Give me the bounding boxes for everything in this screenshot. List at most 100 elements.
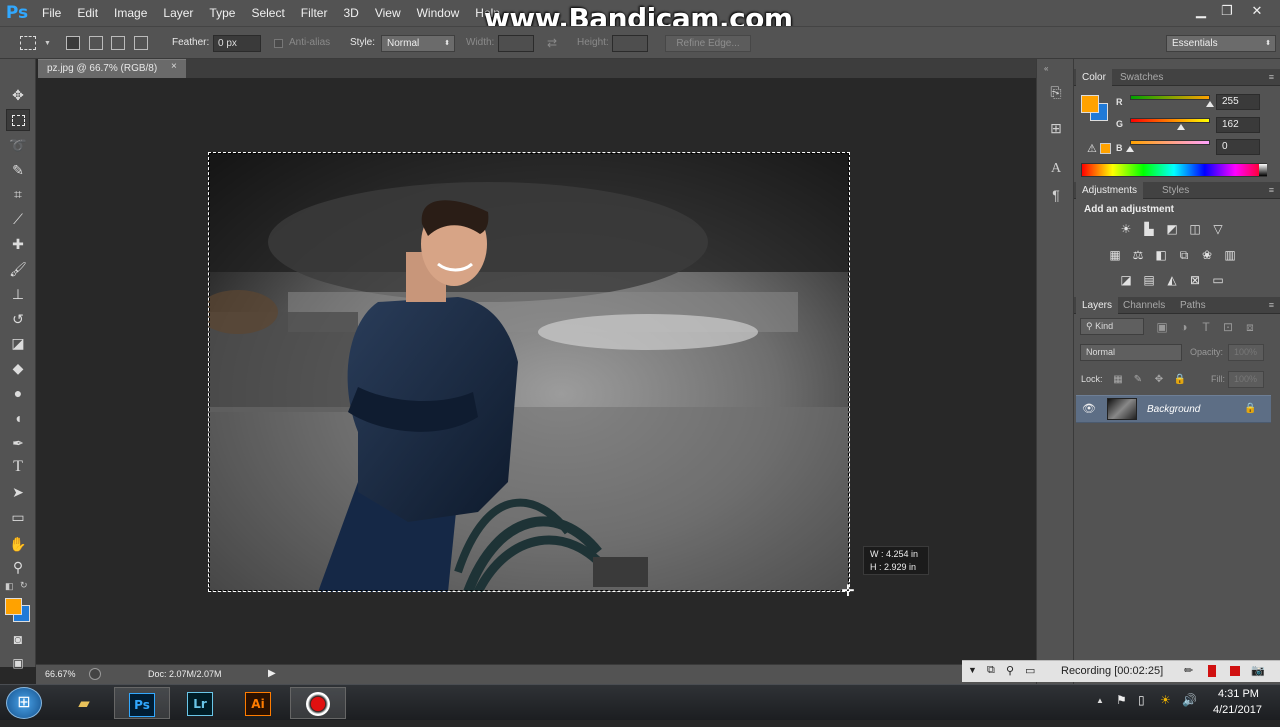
tab-styles[interactable]: Styles: [1156, 182, 1195, 199]
properties-panel-icon[interactable]: ⊞: [1046, 118, 1066, 138]
lock-pixels-icon[interactable]: ✎: [1130, 373, 1146, 387]
invert-icon[interactable]: ◪: [1118, 273, 1134, 287]
lasso-tool-icon[interactable]: ➰: [6, 134, 30, 156]
foreground-color-swatch[interactable]: [5, 598, 22, 615]
tab-swatches[interactable]: Swatches: [1114, 69, 1169, 86]
gamut-swatch[interactable]: [1100, 143, 1111, 154]
refine-edge-button[interactable]: Refine Edge...: [665, 35, 751, 52]
layer-kind-filter[interactable]: ⚲ Kind: [1080, 318, 1144, 335]
zoom-level[interactable]: 66.67%: [45, 669, 76, 679]
opacity-input[interactable]: 100%: [1228, 344, 1264, 361]
tab-adjustments[interactable]: Adjustments: [1076, 182, 1144, 199]
panel-menu-icon[interactable]: ≡: [1269, 300, 1274, 310]
black-white-icon[interactable]: ◧: [1153, 248, 1169, 262]
blend-mode-select[interactable]: Normal: [1080, 344, 1182, 361]
quick-mask-icon[interactable]: ◙: [6, 628, 30, 650]
menu-3d[interactable]: 3D: [335, 0, 366, 26]
crop-tool-icon[interactable]: ⌗: [6, 183, 30, 205]
history-panel-icon[interactable]: ⎘: [1046, 82, 1066, 102]
menu-view[interactable]: View: [367, 0, 409, 26]
layer-name[interactable]: Background: [1147, 404, 1200, 415]
filter-pixel-icon[interactable]: ▣: [1154, 320, 1170, 334]
triangle-right-icon[interactable]: ▶: [268, 668, 276, 679]
menu-type[interactable]: Type: [201, 0, 243, 26]
file-explorer-icon[interactable]: ▰: [56, 687, 112, 719]
document-tab[interactable]: pz.jpg @ 66.7% (RGB/8): [38, 59, 186, 78]
g-slider-thumb[interactable]: [1176, 124, 1185, 130]
g-value-input[interactable]: 162: [1216, 117, 1260, 133]
swap-icon[interactable]: ⇄: [547, 36, 557, 50]
threshold-icon[interactable]: ◭: [1164, 273, 1180, 287]
rectangular-marquee-tool-icon[interactable]: [6, 109, 30, 131]
photo-filter-icon[interactable]: ⧉: [1176, 248, 1192, 262]
stop-icon[interactable]: [1230, 666, 1240, 676]
color-spectrum-ramp[interactable]: [1081, 163, 1267, 177]
tab-layers[interactable]: Layers: [1076, 297, 1119, 314]
magnifier-icon[interactable]: ⚲: [1006, 664, 1014, 677]
eye-visibility-icon[interactable]: 👁: [1082, 402, 1096, 415]
menu-select[interactable]: Select: [243, 0, 292, 26]
pencil-icon[interactable]: ✏: [1184, 664, 1193, 677]
collapse-arrows-icon[interactable]: «: [1044, 64, 1048, 73]
exposure-icon[interactable]: ◫: [1187, 222, 1203, 236]
levels-icon[interactable]: ▙: [1141, 222, 1157, 236]
b-slider-thumb[interactable]: [1126, 146, 1134, 152]
warning-icon[interactable]: ⚠: [1087, 142, 1097, 155]
dropdown-arrow-icon[interactable]: ▼: [968, 665, 977, 675]
chevron-down-icon[interactable]: ▼: [44, 40, 51, 47]
menu-window[interactable]: Window: [409, 0, 468, 26]
menu-file[interactable]: File: [34, 0, 69, 26]
tab-color[interactable]: Color: [1076, 69, 1112, 86]
color-balance-icon[interactable]: ⚖: [1130, 248, 1146, 262]
clock-time[interactable]: 4:31 PM: [1218, 688, 1259, 700]
network-icon[interactable]: ☀: [1160, 693, 1171, 707]
taskbar-lightroom[interactable]: Lr: [172, 687, 228, 719]
height-input[interactable]: [612, 35, 648, 52]
feather-input[interactable]: 0 px: [213, 35, 261, 52]
intersect-selection-icon[interactable]: [134, 36, 148, 50]
selective-color-icon[interactable]: ⊠: [1187, 273, 1203, 287]
start-button[interactable]: ⊞: [6, 687, 42, 719]
layer-row-background[interactable]: 👁 Background 🔒: [1076, 395, 1271, 423]
paint-bucket-tool-icon[interactable]: ◆: [6, 357, 30, 379]
close-window-button[interactable]: ✕: [1244, 2, 1270, 20]
r-value-input[interactable]: 255: [1216, 94, 1260, 110]
b-slider[interactable]: [1130, 140, 1210, 145]
color-foreground-swatch[interactable]: [1081, 95, 1099, 113]
menu-edit[interactable]: Edit: [69, 0, 106, 26]
filter-smart-object-icon[interactable]: ⧈: [1242, 320, 1258, 334]
eyedropper-tool-icon[interactable]: ⟋: [6, 208, 30, 230]
style-select[interactable]: Normal ⬍: [381, 35, 455, 52]
screen-mode-icon[interactable]: ▣: [6, 652, 30, 674]
workspace-select[interactable]: Essentials ⬍: [1166, 35, 1276, 52]
move-tool-icon[interactable]: ✥: [6, 84, 30, 106]
camera-icon[interactable]: 📷: [1251, 664, 1265, 677]
menu-filter[interactable]: Filter: [293, 0, 336, 26]
fill-input[interactable]: 100%: [1228, 371, 1264, 388]
paragraph-panel-icon[interactable]: ¶: [1046, 185, 1066, 205]
vibrance-icon[interactable]: ▽: [1210, 222, 1226, 236]
swap-colors-icon[interactable]: ↻: [20, 580, 28, 591]
volume-icon[interactable]: 🔊: [1182, 693, 1197, 707]
tab-paths[interactable]: Paths: [1174, 297, 1212, 314]
document-info-icon[interactable]: [89, 668, 101, 680]
selection-marquee[interactable]: [208, 152, 850, 592]
pause-icon[interactable]: [1208, 665, 1216, 677]
marquee-preset-icon[interactable]: [20, 36, 36, 50]
add-selection-icon[interactable]: [89, 36, 103, 50]
clone-stamp-tool-icon[interactable]: ⊥: [6, 283, 30, 305]
lock-transparency-icon[interactable]: ▦: [1110, 373, 1126, 387]
lock-position-icon[interactable]: ✥: [1151, 373, 1167, 387]
healing-brush-tool-icon[interactable]: ✚: [6, 233, 30, 255]
taskbar-bandicam[interactable]: [290, 687, 346, 719]
restore-button[interactable]: ❐: [1214, 2, 1240, 20]
color-lookup-icon[interactable]: ▥: [1222, 248, 1238, 262]
lock-all-icon[interactable]: 🔒: [1172, 373, 1188, 387]
rectangle-mode-icon[interactable]: ▭: [1025, 664, 1035, 677]
window-mode-icon[interactable]: ⧉: [987, 664, 995, 677]
close-tab-icon[interactable]: ×: [171, 61, 177, 72]
type-tool-icon[interactable]: T: [6, 456, 30, 478]
dodge-tool-icon[interactable]: ◖: [6, 407, 30, 429]
posterize-icon[interactable]: ▤: [1141, 273, 1157, 287]
taskbar-illustrator[interactable]: Ai: [230, 687, 286, 719]
